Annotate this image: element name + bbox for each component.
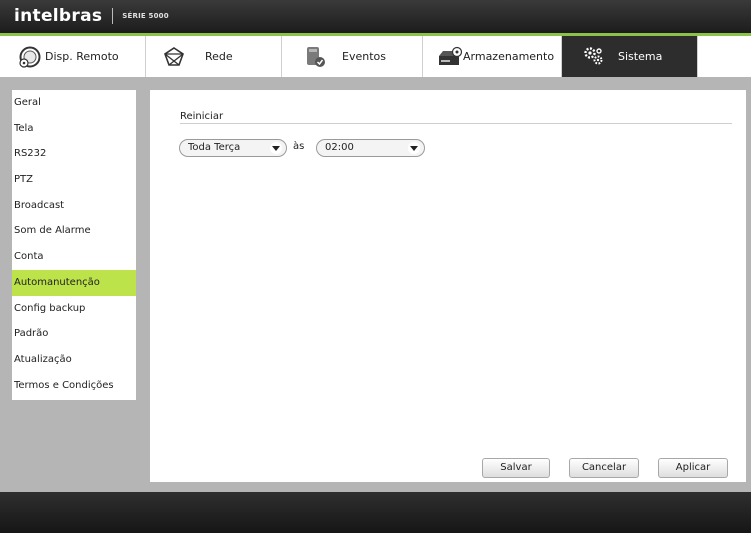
section-divider: [180, 123, 732, 124]
sidebar-item-termos-e-condicoes[interactable]: Termos e Condições: [12, 373, 136, 399]
brand-logo: intelbras SÉRIE 5000: [14, 5, 169, 27]
tab-label: Eventos: [342, 50, 386, 63]
network-icon: [162, 45, 186, 69]
sidebar-item-tela[interactable]: Tela: [12, 116, 136, 142]
tab-rede[interactable]: Rede: [146, 36, 282, 77]
sidebar-item-som-de-alarme[interactable]: Som de Alarme: [12, 218, 136, 244]
tab-label: Sistema: [618, 50, 663, 63]
day-select-value: Toda Terça: [188, 142, 241, 153]
main-tabs: Disp. Remoto Rede Eventos Armazenamento …: [0, 33, 751, 77]
sidebar-item-automanutencao[interactable]: Automanutenção: [12, 269, 136, 296]
save-button[interactable]: Salvar: [482, 458, 550, 478]
cancel-button[interactable]: Cancelar: [569, 458, 639, 478]
tab-disp-remoto[interactable]: Disp. Remoto: [0, 36, 146, 77]
workspace: Geral Tela RS232 PTZ Broadcast Som de Al…: [0, 77, 751, 492]
logo-separator: [112, 8, 114, 24]
sidebar-item-geral[interactable]: Geral: [12, 90, 136, 116]
chevron-down-icon: [270, 142, 282, 154]
chevron-down-icon: [408, 142, 420, 154]
gears-icon: [582, 45, 606, 69]
sidebar-item-rs232[interactable]: RS232: [12, 141, 136, 167]
sidebar-item-conta[interactable]: Conta: [12, 244, 136, 270]
time-select[interactable]: 02:00: [316, 139, 425, 157]
events-icon: [304, 45, 328, 69]
sidebar-item-broadcast[interactable]: Broadcast: [12, 193, 136, 219]
tab-label: Disp. Remoto: [45, 50, 119, 63]
time-select-value: 02:00: [325, 142, 354, 153]
at-label: às: [293, 141, 305, 152]
tab-label: Armazenamento: [463, 50, 555, 63]
series-label: SÉRIE 5000: [122, 12, 169, 20]
sidebar-item-padrao[interactable]: Padrão: [12, 321, 136, 347]
section-title: Reiniciar: [180, 111, 224, 122]
sidebar-item-config-backup[interactable]: Config backup: [12, 296, 136, 322]
tabs-filler: [698, 36, 751, 77]
sidebar: Geral Tela RS232 PTZ Broadcast Som de Al…: [12, 90, 136, 400]
storage-icon: [437, 45, 463, 69]
tab-eventos[interactable]: Eventos: [282, 36, 423, 77]
apply-button[interactable]: Aplicar: [658, 458, 728, 478]
tab-label: Rede: [205, 50, 233, 63]
tab-armazenamento[interactable]: Armazenamento: [423, 36, 562, 77]
day-select[interactable]: Toda Terça: [179, 139, 287, 157]
remote-device-icon: [18, 45, 42, 69]
top-header: intelbras SÉRIE 5000: [0, 0, 751, 33]
brand-name: intelbras: [14, 6, 103, 26]
bottom-bar: [0, 492, 751, 533]
sidebar-item-ptz[interactable]: PTZ: [12, 167, 136, 193]
tab-sistema[interactable]: Sistema: [562, 36, 698, 77]
content-panel: Reiniciar Toda Terça às 02:00 Salvar Can…: [150, 90, 746, 482]
sidebar-item-atualizacao[interactable]: Atualização: [12, 347, 136, 373]
